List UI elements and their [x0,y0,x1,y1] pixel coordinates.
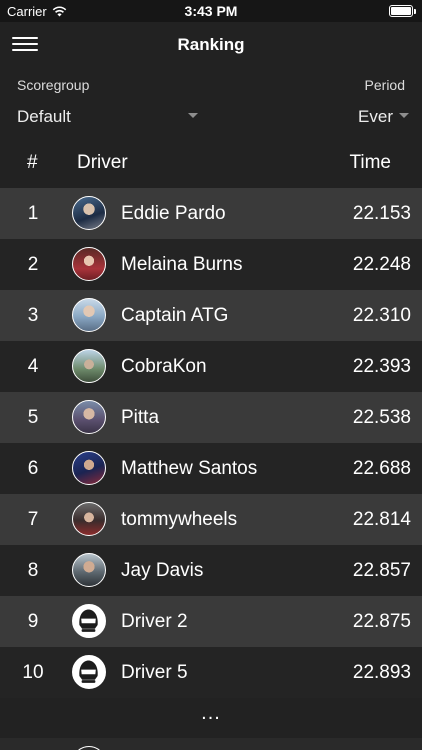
filter-bar: Scoregroup Period Default Ever [0,66,422,136]
table-row[interactable]: 7 tommywheels 22.814 [0,494,422,545]
rank-number: 6 [27,458,39,479]
avatar [72,196,106,230]
table-row[interactable]: 1 Eddie Pardo 22.153 [0,188,422,239]
table-row[interactable]: 9 Driver 2 22.875 [0,596,422,647]
battery-icon [389,5,416,17]
avatar [72,349,106,383]
driver-name: tommywheels [121,509,238,530]
avatar [72,451,106,485]
lap-time: 22.875 [352,611,411,632]
avatar [72,502,106,536]
driver-name: Eddie Pardo [121,203,226,224]
lap-time: 22.857 [352,560,411,581]
table-row[interactable]: 3 Captain ATG 22.310 [0,290,422,341]
table-row[interactable]: 2 Melaina Burns 22.248 [0,239,422,290]
scoregroup-caret-icon[interactable] [188,113,198,118]
driver-name: Matthew Santos [121,458,258,479]
rank-number: 2 [27,254,39,275]
lap-time: 22.393 [352,356,411,377]
lap-time: 22.893 [352,662,411,683]
driver-name: Driver 2 [121,611,188,632]
lap-time: 22.248 [352,254,411,275]
table-row[interactable]: 10 Driver 5 22.893 [0,647,422,698]
status-bar: Carrier 3:43 PM [0,0,422,22]
ranking-list: 1 Eddie Pardo 22.153 2 Melaina Burns 22.… [0,188,422,698]
avatar [72,746,106,750]
period-caret-icon[interactable] [399,113,409,118]
lap-time: 22.688 [352,458,411,479]
driver-name: Pitta [121,407,160,428]
page-title: Ranking [177,35,245,54]
driver-name: Melaina Burns [121,254,243,275]
rank-number: 4 [27,356,39,377]
avatar [72,553,106,587]
rank-number: 10 [22,662,44,683]
period-value[interactable]: Ever [358,107,393,127]
period-label: Period [364,77,405,93]
rank-number: 7 [27,509,39,530]
table-row[interactable]: 5 Pitta 22.538 [0,392,422,443]
header-time: Time [349,152,391,173]
lap-time: 22.814 [352,509,411,530]
rank-number: 1 [27,203,39,224]
table-row[interactable]: 6 Matthew Santos 22.688 [0,443,422,494]
table-header: # Driver Time [0,136,422,188]
helmet-icon [73,656,104,687]
header-rank: # [27,152,38,173]
helmet-icon [73,605,104,636]
nav-bar: Ranking [0,22,422,66]
more-dots-icon[interactable]: ... [0,702,422,725]
next-row-peek [0,738,422,750]
lap-time: 22.153 [352,203,411,224]
avatar [72,655,106,689]
rank-number: 8 [27,560,39,581]
lap-time: 22.538 [352,407,411,428]
table-row[interactable]: 8 Jay Davis 22.857 [0,545,422,596]
rank-number: 5 [27,407,39,428]
lap-time: 22.310 [352,305,411,326]
load-more-button[interactable]: ... [0,698,422,738]
scoregroup-label: Scoregroup [17,77,90,93]
header-driver: Driver [77,152,128,173]
driver-name: CobraKon [121,356,207,377]
rank-number: 3 [27,305,39,326]
avatar [72,400,106,434]
driver-name: Jay Davis [121,560,204,581]
avatar [72,604,106,638]
avatar [72,298,106,332]
rank-number: 9 [27,611,39,632]
avatar [72,247,106,281]
table-row[interactable]: 4 CobraKon 22.393 [0,341,422,392]
driver-name: Captain ATG [121,305,229,326]
status-time: 3:43 PM [184,3,238,19]
scoregroup-value[interactable]: Default [17,107,71,127]
driver-name: Driver 5 [121,662,188,683]
